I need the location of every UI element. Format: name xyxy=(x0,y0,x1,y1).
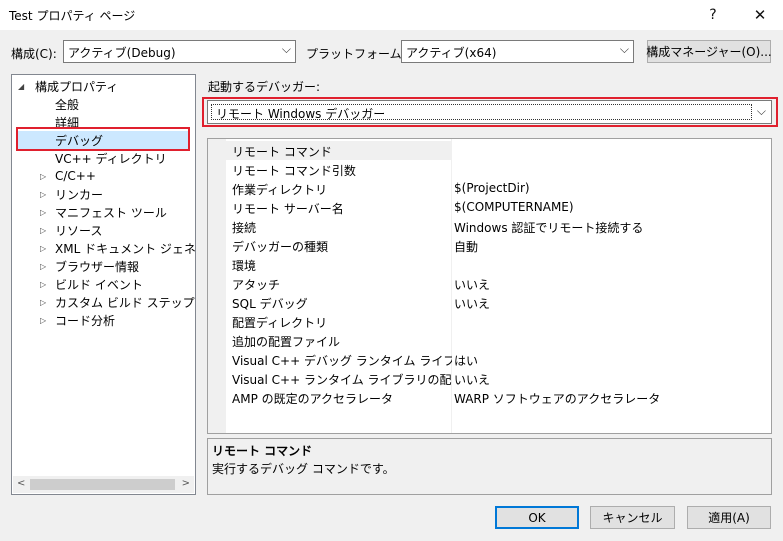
expand-icon[interactable]: ▷ xyxy=(40,316,46,325)
property-name: Visual C++ ランタイム ライブラリの配置 xyxy=(232,373,452,387)
property-name: デバッガーの種類 xyxy=(232,240,329,254)
debugger-label: 起動するデバッガー: xyxy=(208,80,321,94)
help-button[interactable]: ? xyxy=(690,0,736,30)
tree-item-label: ビルド イベント xyxy=(55,277,143,292)
property-row[interactable]: Visual C++ ランタイム ライブラリの配置 いいえ xyxy=(226,369,771,388)
platform-select[interactable]: アクティブ(x64) ⌵ xyxy=(401,40,634,63)
property-value[interactable]: $(COMPUTERNAME) xyxy=(454,200,574,214)
property-row[interactable]: 作業ディレクトリ $(ProjectDir) xyxy=(226,179,771,198)
scrollbar-thumb[interactable] xyxy=(30,479,175,490)
chevron-down-icon: ⌵ xyxy=(281,42,291,56)
tree-item-resources[interactable]: ▷ リソース xyxy=(12,221,195,239)
highlight-box-debugging xyxy=(16,127,190,151)
title-bar: Test プロパティ ページ ? ✕ xyxy=(0,0,783,30)
cancel-button[interactable]: キャンセル xyxy=(590,506,675,529)
close-button[interactable]: ✕ xyxy=(737,0,783,30)
config-value: アクティブ(Debug) xyxy=(68,46,176,60)
property-row[interactable]: リモート サーバー名 $(COMPUTERNAME) xyxy=(226,198,771,217)
property-name: 作業ディレクトリ xyxy=(232,183,328,197)
tree-item-label: VC++ ディレクトリ xyxy=(55,151,167,166)
property-name: リモート サーバー名 xyxy=(232,202,344,216)
property-name: リモート コマンド xyxy=(232,145,332,159)
tree-item-code-analysis[interactable]: ▷ コード分析 xyxy=(12,311,195,329)
config-label: 構成(C): xyxy=(11,47,57,61)
tree-item-browse-info[interactable]: ▷ ブラウザー情報 xyxy=(12,257,195,275)
property-value[interactable]: はい xyxy=(454,352,478,369)
tree-node-label: 構成プロパティ xyxy=(35,79,119,94)
tree-item-label: リソース xyxy=(55,223,103,238)
property-value[interactable]: Windows 認証でリモート接続する xyxy=(454,219,643,236)
config-manager-button[interactable]: 構成マネージャー(O)... xyxy=(646,40,772,63)
tree-item-manifest-tool[interactable]: ▷ マニフェスト ツール xyxy=(12,203,195,221)
tree-item-label: マニフェスト ツール xyxy=(55,205,167,220)
expand-icon[interactable]: ▷ xyxy=(40,262,46,271)
property-name: アタッチ xyxy=(232,278,281,292)
property-name: AMP の既定のアクセラレータ xyxy=(232,392,394,406)
property-row[interactable]: AMP の既定のアクセラレータ WARP ソフトウェアのアクセラレータ xyxy=(226,388,771,407)
tree-item-label: ブラウザー情報 xyxy=(55,259,140,274)
tree-item-general[interactable]: 全般 xyxy=(12,95,195,113)
collapse-icon[interactable]: ◢ xyxy=(18,82,24,91)
tree-item-xml-doc[interactable]: ▷ XML ドキュメント ジェネレーター xyxy=(12,239,195,257)
property-row[interactable]: 環境 xyxy=(226,255,771,274)
property-row[interactable]: 接続 Windows 認証でリモート接続する xyxy=(226,217,771,236)
scroll-left-icon[interactable]: < xyxy=(17,478,25,489)
tree-item-label: カスタム ビルド ステップ xyxy=(55,295,195,310)
expand-icon[interactable]: ▷ xyxy=(40,208,46,217)
tree-item-build-events[interactable]: ▷ ビルド イベント xyxy=(12,275,195,293)
property-value[interactable]: $(ProjectDir) xyxy=(454,181,530,195)
description-text: 実行するデバッグ コマンドです。 xyxy=(212,462,395,476)
property-grid[interactable]: リモート コマンド リモート コマンド引数 作業ディレクトリ $(Project… xyxy=(207,138,772,434)
expand-icon[interactable]: ▷ xyxy=(40,244,46,253)
tree-item-label: 全般 xyxy=(55,97,80,112)
property-name: 環境 xyxy=(232,259,257,273)
property-name: 接続 xyxy=(232,221,257,235)
platform-value: アクティブ(x64) xyxy=(406,46,497,60)
property-row[interactable]: SQL デバッグ いいえ xyxy=(226,293,771,312)
config-select[interactable]: アクティブ(Debug) ⌵ xyxy=(63,40,296,63)
property-name: 配置ディレクトリ xyxy=(232,316,328,330)
ok-button[interactable]: OK xyxy=(495,506,579,529)
property-row[interactable]: Visual C++ デバッグ ランタイム ライブラリの配置 はい xyxy=(226,350,771,369)
property-name: リモート コマンド引数 xyxy=(232,164,356,178)
property-row[interactable]: 追加の配置ファイル xyxy=(226,331,771,350)
description-panel: リモート コマンド 実行するデバッグ コマンドです。 xyxy=(207,438,772,495)
property-value[interactable]: 自動 xyxy=(454,238,478,255)
expand-icon[interactable]: ▷ xyxy=(40,190,46,199)
description-title: リモート コマンド xyxy=(212,444,313,458)
property-name: Visual C++ デバッグ ランタイム ライブラリの配置 xyxy=(232,354,452,368)
property-value[interactable]: いいえ xyxy=(454,276,490,293)
property-row[interactable]: アタッチ いいえ xyxy=(226,274,771,293)
expand-icon[interactable]: ▷ xyxy=(40,226,46,235)
expand-icon[interactable]: ▷ xyxy=(40,298,46,307)
tree-item-vc-directories[interactable]: VC++ ディレクトリ xyxy=(12,149,195,167)
expand-icon[interactable]: ▷ xyxy=(40,172,46,181)
tree-horizontal-scrollbar[interactable]: < > xyxy=(13,476,194,493)
scroll-right-icon[interactable]: > xyxy=(182,478,190,489)
property-row[interactable]: リモート コマンド xyxy=(226,141,771,160)
property-value[interactable]: いいえ xyxy=(454,295,490,312)
tree-item-linker[interactable]: ▷ リンカー xyxy=(12,185,195,203)
property-name: 追加の配置ファイル xyxy=(232,335,341,349)
property-value[interactable]: いいえ xyxy=(454,371,490,388)
grid-gutter xyxy=(208,139,226,433)
tree-item-label: XML ドキュメント ジェネレーター xyxy=(55,241,196,256)
property-row[interactable]: 配置ディレクトリ xyxy=(226,312,771,331)
property-row[interactable]: リモート コマンド引数 xyxy=(226,160,771,179)
apply-button[interactable]: 適用(A) xyxy=(687,506,771,529)
tree-item-label: C/C++ xyxy=(55,169,96,183)
chevron-down-icon: ⌵ xyxy=(619,42,629,56)
tree-item-custom-build[interactable]: ▷ カスタム ビルド ステップ xyxy=(12,293,195,311)
window-title: Test プロパティ ページ xyxy=(9,9,136,23)
property-value[interactable]: WARP ソフトウェアのアクセラレータ xyxy=(454,390,660,407)
tree-item-cpp[interactable]: ▷ C/C++ xyxy=(12,167,195,185)
tree-item-label: リンカー xyxy=(55,187,104,202)
tree-item-label: コード分析 xyxy=(55,313,116,328)
property-row[interactable]: デバッガーの種類 自動 xyxy=(226,236,771,255)
expand-icon[interactable]: ▷ xyxy=(40,280,46,289)
tree-node-root[interactable]: ◢ 構成プロパティ xyxy=(12,77,195,95)
property-name: SQL デバッグ xyxy=(232,297,308,311)
highlight-box-debugger xyxy=(202,97,778,127)
